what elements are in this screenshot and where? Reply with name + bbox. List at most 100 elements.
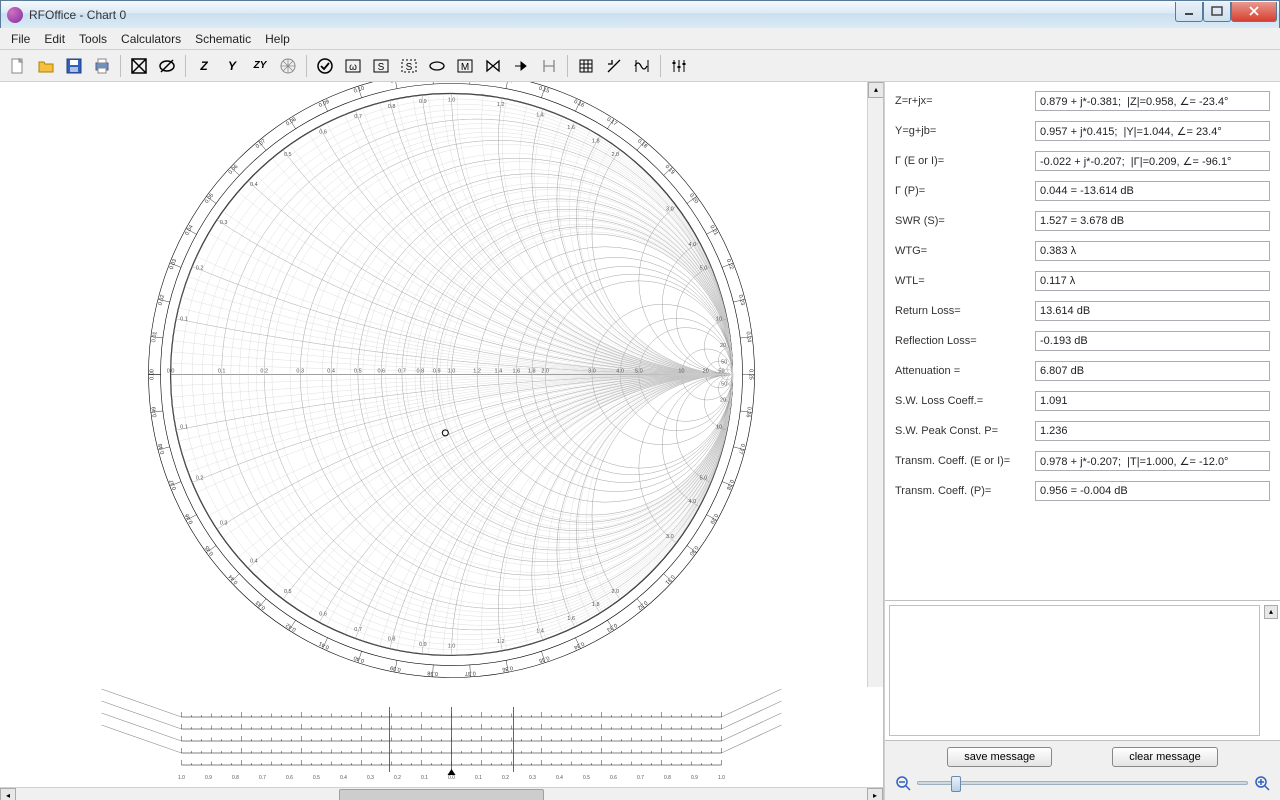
s-box-icon[interactable]: S xyxy=(367,52,395,80)
svg-text:0.09: 0.09 xyxy=(318,99,330,109)
svg-text:0.3: 0.3 xyxy=(220,220,228,226)
svg-text:0.3: 0.3 xyxy=(367,775,374,781)
result-row: Transm. Coeff. (E or I)= xyxy=(895,450,1270,472)
svg-text:0.7: 0.7 xyxy=(354,627,362,633)
svg-text:3.0: 3.0 xyxy=(588,368,596,374)
m-box-icon[interactable]: M xyxy=(451,52,479,80)
result-value-field[interactable] xyxy=(1035,481,1270,501)
toolbar-separator xyxy=(660,55,661,77)
zoom-slider[interactable] xyxy=(917,781,1248,785)
svg-text:0.9: 0.9 xyxy=(419,99,427,105)
line-x-icon[interactable] xyxy=(600,52,628,80)
smith-chart-canvas[interactable]: 0.000.010.020.030.040.050.060.070.080.09… xyxy=(0,82,883,687)
result-value-field[interactable] xyxy=(1035,211,1270,231)
zy-mode-icon[interactable]: ZY xyxy=(246,52,274,80)
svg-text:0.2: 0.2 xyxy=(502,775,509,781)
result-value-field[interactable] xyxy=(1035,451,1270,471)
oval-strike-icon[interactable] xyxy=(153,52,181,80)
grid-icon[interactable] xyxy=(572,52,600,80)
svg-text:0.48: 0.48 xyxy=(158,443,166,455)
wave-icon[interactable] xyxy=(628,52,656,80)
bowtie-icon[interactable] xyxy=(479,52,507,80)
result-value-field[interactable] xyxy=(1035,151,1270,171)
svg-text:0.07: 0.07 xyxy=(255,138,267,149)
menu-file[interactable]: File xyxy=(4,30,37,48)
svg-text:10: 10 xyxy=(716,316,722,322)
result-value-field[interactable] xyxy=(1035,121,1270,141)
result-value-field[interactable] xyxy=(1035,421,1270,441)
main-area: 0.000.010.020.030.040.050.060.070.080.09… xyxy=(0,82,1280,800)
close-button[interactable] xyxy=(1231,2,1277,22)
svg-text:0.4: 0.4 xyxy=(250,559,258,565)
sliders-icon[interactable] xyxy=(665,52,693,80)
clear-message-button[interactable]: clear message xyxy=(1112,747,1218,767)
maximize-button[interactable] xyxy=(1203,2,1231,22)
save-icon[interactable] xyxy=(60,52,88,80)
result-row: Attenuation = xyxy=(895,360,1270,382)
scroll-track[interactable] xyxy=(16,788,867,800)
vertical-scrollbar[interactable]: ▴ xyxy=(867,82,883,687)
ellipse-icon[interactable] xyxy=(423,52,451,80)
svg-text:0.1: 0.1 xyxy=(180,316,188,322)
y-mode-icon[interactable]: Y xyxy=(218,52,246,80)
result-row: Reflection Loss= xyxy=(895,330,1270,352)
result-value-field[interactable] xyxy=(1035,181,1270,201)
svg-text:0.32: 0.32 xyxy=(636,599,648,610)
menu-help[interactable]: Help xyxy=(258,30,297,48)
zoom-thumb[interactable] xyxy=(951,776,961,792)
message-scroll-up[interactable]: ▴ xyxy=(1264,605,1278,619)
result-value-field[interactable] xyxy=(1035,301,1270,321)
result-value-field[interactable] xyxy=(1035,391,1270,411)
scroll-thumb[interactable] xyxy=(339,789,543,800)
svg-text:0.1: 0.1 xyxy=(180,425,188,431)
zoom-controls xyxy=(895,775,1270,791)
svg-text:0.40: 0.40 xyxy=(353,654,365,663)
result-value-field[interactable] xyxy=(1035,271,1270,291)
result-row: Transm. Coeff. (P)= xyxy=(895,480,1270,502)
new-file-icon[interactable] xyxy=(4,52,32,80)
svg-text:S: S xyxy=(406,62,413,73)
svg-text:0.8: 0.8 xyxy=(388,104,396,110)
svg-text:50: 50 xyxy=(718,368,724,374)
svg-text:5.0: 5.0 xyxy=(700,475,708,481)
scroll-left-button[interactable]: ◂ xyxy=(0,788,16,800)
menu-calculators[interactable]: Calculators xyxy=(114,30,188,48)
s-box2-icon[interactable]: S xyxy=(395,52,423,80)
svg-text:0.04: 0.04 xyxy=(184,224,194,236)
folder-open-icon[interactable] xyxy=(32,52,60,80)
align-icon[interactable] xyxy=(535,52,563,80)
menu-edit[interactable]: Edit xyxy=(37,30,72,48)
svg-text:0.47: 0.47 xyxy=(169,478,179,490)
svg-text:0.38: 0.38 xyxy=(427,670,438,677)
menu-schematic[interactable]: Schematic xyxy=(188,30,258,48)
result-value-field[interactable] xyxy=(1035,361,1270,381)
svg-text:0.2: 0.2 xyxy=(394,775,401,781)
printer-icon[interactable] xyxy=(88,52,116,80)
result-value-field[interactable] xyxy=(1035,331,1270,351)
horizontal-scrollbar[interactable]: ◂ ▸ xyxy=(0,787,883,800)
cross-square-icon[interactable] xyxy=(125,52,153,80)
save-message-button[interactable]: save message xyxy=(947,747,1052,767)
compass-icon[interactable] xyxy=(274,52,302,80)
svg-text:10: 10 xyxy=(716,425,722,431)
omega-icon[interactable]: ω xyxy=(339,52,367,80)
menu-tools[interactable]: Tools xyxy=(72,30,114,48)
message-textarea[interactable] xyxy=(889,605,1260,736)
scroll-right-button[interactable]: ▸ xyxy=(867,788,883,800)
result-row: S.W. Loss Coeff.= xyxy=(895,390,1270,412)
svg-text:1.6: 1.6 xyxy=(567,125,575,131)
result-value-field[interactable] xyxy=(1035,241,1270,261)
scroll-up-button[interactable]: ▴ xyxy=(868,82,884,98)
zoom-out-icon[interactable] xyxy=(895,775,911,791)
check-circle-icon[interactable] xyxy=(311,52,339,80)
z-mode-icon[interactable]: Z xyxy=(190,52,218,80)
svg-text:1.4: 1.4 xyxy=(536,112,544,118)
zoom-in-icon[interactable] xyxy=(1254,775,1270,791)
menu-bar: File Edit Tools Calculators Schematic He… xyxy=(0,28,1280,50)
result-value-field[interactable] xyxy=(1035,91,1270,111)
svg-text:0.4: 0.4 xyxy=(250,182,258,188)
minimize-button[interactable] xyxy=(1175,2,1203,22)
result-label: Attenuation = xyxy=(895,365,1035,377)
svg-text:3.0: 3.0 xyxy=(666,534,674,540)
arrow-right-icon[interactable] xyxy=(507,52,535,80)
